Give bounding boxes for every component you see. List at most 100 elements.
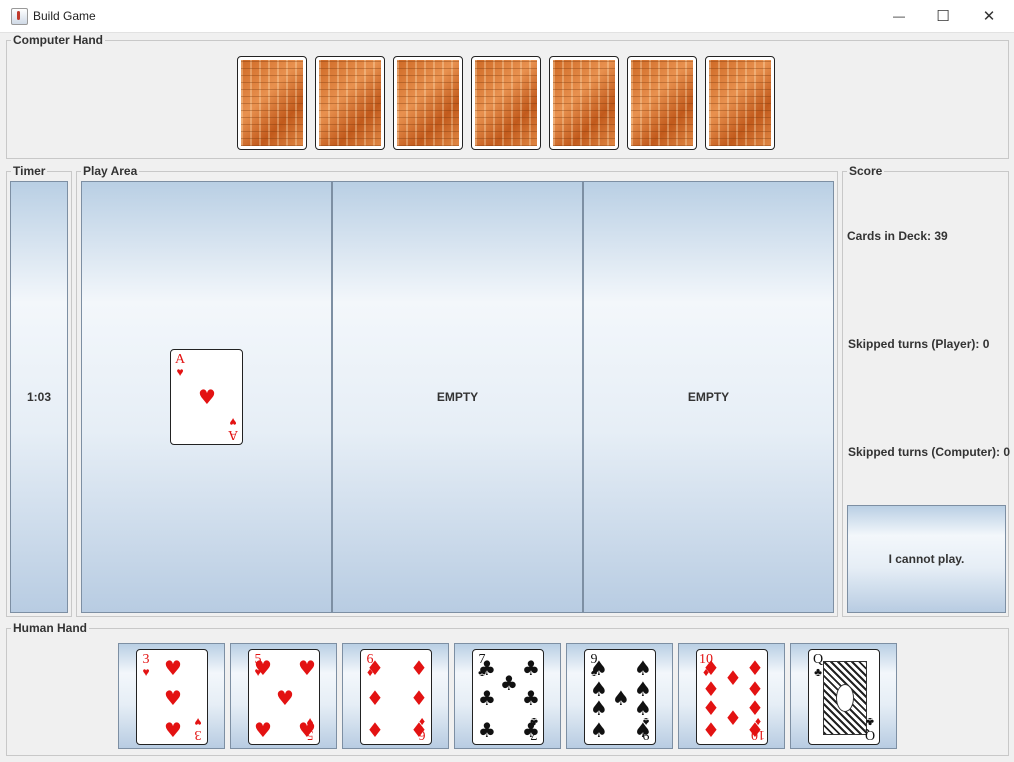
card-rank: 6 (418, 727, 426, 742)
suit-pip-icon: ♥ (164, 686, 182, 710)
card-back-pattern (241, 60, 303, 146)
playing-card[interactable]: 10 ♦ ♦ ♦ ♦ ♦ ♦ ♦ ♦ ♦ ♦ ♦ 10 ♦ (696, 649, 768, 745)
close-icon: ✕ (982, 8, 996, 25)
computer-card-back (549, 56, 619, 150)
card-back-pattern (397, 60, 459, 146)
minimize-button[interactable]: — (876, 0, 922, 32)
card-back-pattern (475, 60, 537, 146)
cannot-play-label: I cannot play. (888, 552, 965, 566)
minimize-icon: — (893, 9, 905, 23)
heart-pip-icon: ♥ (198, 385, 216, 409)
human-hand-legend: Human Hand (11, 621, 90, 635)
computer-card-back (627, 56, 697, 150)
computer-card-back (315, 56, 385, 150)
suit-pip-icon: ♠ (590, 696, 608, 720)
suit-pip-icon: ♦ (702, 718, 720, 742)
score-legend: Score (847, 164, 885, 178)
card-back-pattern (709, 60, 771, 146)
human-hand-slot[interactable]: 10 ♦ ♦ ♦ ♦ ♦ ♦ ♦ ♦ ♦ ♦ ♦ 10 ♦ (678, 643, 785, 749)
card-corner-bottom: 3 ♥ (190, 715, 206, 742)
suit-pip-icon: ♣ (522, 686, 540, 710)
human-hand-slot[interactable]: 7 ♣ ♣ ♣ ♣ ♣ ♣ ♣ ♣ 7 ♣ (454, 643, 561, 749)
suit-pip-icon: ♦ (702, 656, 720, 680)
play-slot-2[interactable]: EMPTY (332, 181, 583, 613)
suit-pip-icon: ♠ (590, 656, 608, 680)
suit-pip-icon: ♣ (478, 718, 496, 742)
human-hand-slot[interactable]: 3 ♥ ♥ ♥ ♥ 3 ♥ (118, 643, 225, 749)
computer-hand-legend: Computer Hand (11, 33, 105, 47)
suit-pip-icon: ♦ (410, 656, 428, 680)
card-rank: 9 (642, 727, 650, 742)
card-rank: 3 (194, 727, 202, 742)
card-rank: 7 (530, 727, 538, 742)
window-title: Build Game (33, 9, 96, 23)
play-slot-card-ace-hearts[interactable]: A ♥ ♥ A ♥ (170, 349, 243, 445)
playing-card[interactable]: 6 ♦ ♦ ♦ ♦ ♦ ♦ ♦ 6 ♦ (360, 649, 432, 745)
play-slot-3[interactable]: EMPTY (583, 181, 834, 613)
playing-card[interactable]: 9 ♠ ♠ ♠ ♠ ♠ ♠ ♠ ♠ ♠ ♠ 9 ♠ (584, 649, 656, 745)
title-bar: Build Game — ☐ ✕ (0, 0, 1014, 33)
suit-pip-icon: ♦ (746, 656, 764, 680)
play-area-legend: Play Area (81, 164, 140, 178)
card-corner-bottom: 5 ♥ (302, 715, 318, 742)
suit-pip-icon: ♦ (702, 696, 720, 720)
card-back-pattern (553, 60, 615, 146)
card-corner-top: A ♥ (174, 352, 186, 379)
timer-legend: Timer (11, 164, 48, 178)
suit-pip-icon: ♦ (724, 706, 742, 730)
playing-card[interactable]: 7 ♣ ♣ ♣ ♣ ♣ ♣ ♣ ♣ 7 ♣ (472, 649, 544, 745)
computer-card-back (471, 56, 541, 150)
suit-pip-icon: ♥ (254, 718, 272, 742)
suit-pip-icon: ♠ (590, 718, 608, 742)
maximize-button[interactable]: ☐ (920, 0, 966, 32)
java-app-icon (11, 8, 28, 25)
computer-card-back (237, 56, 307, 150)
card-corner-bottom: Q ♣ (862, 715, 878, 742)
card-suit-icon: ♥ (194, 715, 202, 729)
card-corner-bottom: A ♥ (227, 415, 239, 442)
suit-pip-icon: ♦ (724, 666, 742, 690)
skipped-turns-player-label: Skipped turns (Player): 0 (848, 337, 990, 351)
suit-pip-icon: ♠ (634, 656, 652, 680)
suit-pip-icon: ♠ (612, 686, 630, 710)
playing-card[interactable]: 5 ♥ ♥ ♥ ♥ ♥ ♥ 5 ♥ (248, 649, 320, 745)
skipped-turns-computer-label: Skipped turns (Computer): 0 (848, 445, 1011, 459)
timer-display: 1:03 (10, 181, 68, 613)
card-corner-bottom: 7 ♣ (526, 715, 542, 742)
suit-pip-icon: ♦ (366, 686, 384, 710)
playing-card[interactable]: 3 ♥ ♥ ♥ ♥ 3 ♥ (136, 649, 208, 745)
card-suit-icon: ♣ (530, 715, 538, 729)
card-suit-icon: ♥ (306, 715, 314, 729)
card-back-pattern (319, 60, 381, 146)
queen-court-art-icon (823, 661, 867, 735)
suit-pip-icon: ♥ (298, 656, 316, 680)
cannot-play-button[interactable]: I cannot play. (847, 505, 1006, 613)
suit-pip-icon: ♥ (276, 686, 294, 710)
human-hand-slot[interactable]: 9 ♠ ♠ ♠ ♠ ♠ ♠ ♠ ♠ ♠ ♠ 9 ♠ (566, 643, 673, 749)
suit-pip-icon: ♦ (366, 656, 384, 680)
timer-value: 1:03 (26, 390, 52, 404)
cards-in-deck-label: Cards in Deck: 39 (847, 229, 948, 243)
maximize-icon: ☐ (936, 8, 950, 25)
card-rank: 10 (751, 727, 765, 742)
suit-pip-icon: ♦ (410, 686, 428, 710)
computer-card-back (705, 56, 775, 150)
human-hand-slot[interactable]: 5 ♥ ♥ ♥ ♥ ♥ ♥ 5 ♥ (230, 643, 337, 749)
human-hand-slot[interactable]: 6 ♦ ♦ ♦ ♦ ♦ ♦ ♦ 6 ♦ (342, 643, 449, 749)
suit-pip-icon: ♣ (478, 656, 496, 680)
suit-pip-icon: ♥ (254, 656, 272, 680)
suit-pip-icon: ♥ (164, 656, 182, 680)
close-button[interactable]: ✕ (966, 0, 1012, 32)
card-rank: Q (864, 727, 876, 742)
suit-pip-icon: ♣ (478, 686, 496, 710)
card-corner-bottom: 10 ♦ (750, 715, 766, 742)
card-corner-top: 3 ♥ (138, 653, 154, 679)
suit-pip-icon: ♣ (500, 671, 518, 695)
card-corner-bottom: 9 ♠ (638, 715, 654, 742)
human-hand-slot[interactable]: Q ♣ Q ♣ (790, 643, 897, 749)
playing-card[interactable]: Q ♣ Q ♣ (808, 649, 880, 745)
suit-pip-icon: ♥ (164, 718, 182, 742)
card-suit-icon: ♠ (642, 715, 650, 729)
card-back-pattern (631, 60, 693, 146)
play-slot-2-label: EMPTY (436, 390, 479, 404)
